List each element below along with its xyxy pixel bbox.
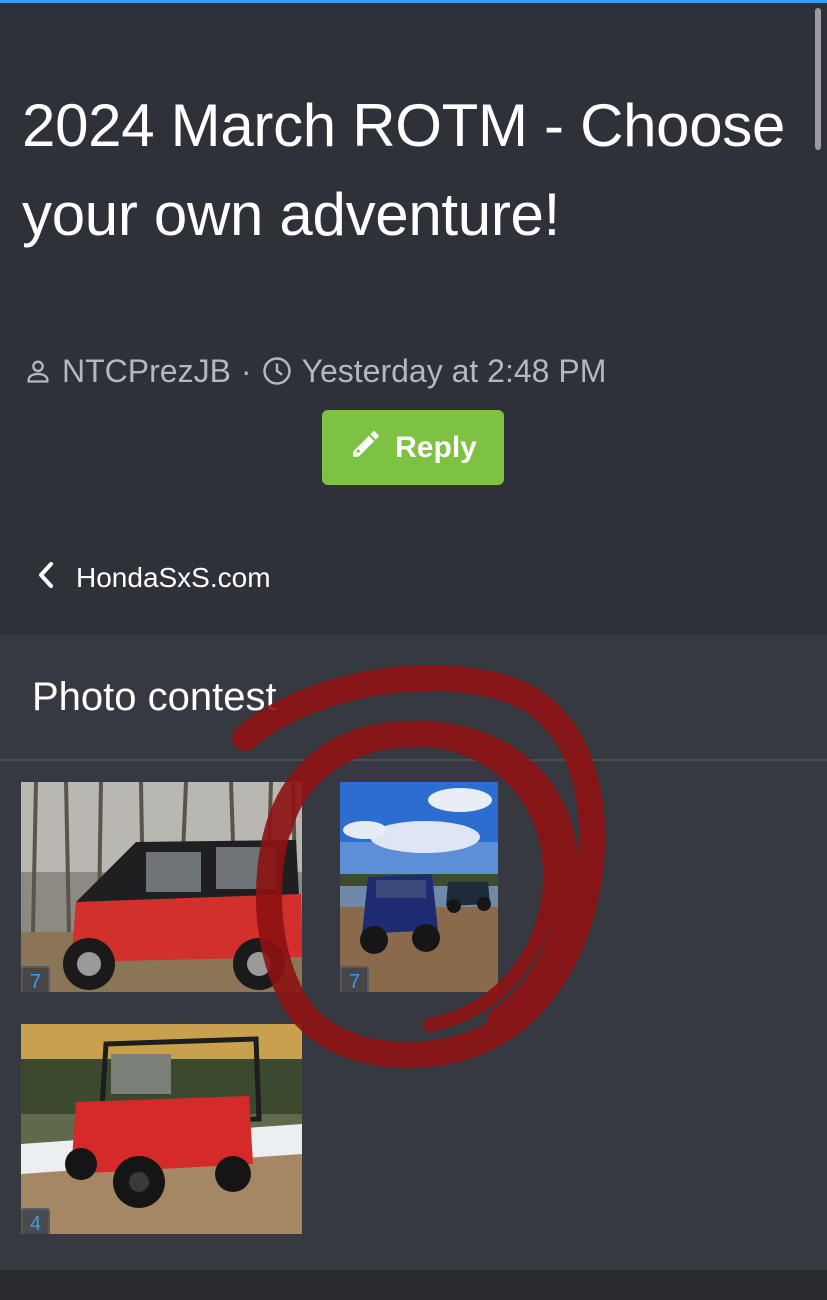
- section-title: Photo contest: [32, 675, 277, 719]
- thread-title: 2024 March ROTM - Choose your own advent…: [22, 92, 786, 248]
- thread-author[interactable]: NTCPrezJB: [62, 353, 231, 390]
- photo-thumbnail-3[interactable]: 4: [21, 1024, 302, 1234]
- footer-band: [0, 1270, 827, 1300]
- photo-image-red-utv-woods: [21, 782, 302, 992]
- chevron-left-icon: [36, 560, 76, 597]
- breadcrumb-label: HondaSxS.com: [76, 562, 271, 593]
- image-count-badge: 7: [340, 966, 369, 992]
- breadcrumb-back-link[interactable]: HondaSxS.com: [36, 556, 271, 600]
- user-icon: [24, 357, 52, 385]
- photo-image-red-utv-dirt-road: [21, 1024, 302, 1234]
- scrollbar[interactable]: [815, 8, 821, 150]
- clock-icon: [262, 356, 292, 386]
- thread-header: 2024 March ROTM - Choose your own advent…: [0, 3, 827, 635]
- reply-button[interactable]: Reply: [322, 410, 504, 485]
- image-count-badge: 4: [21, 1208, 50, 1234]
- reply-button-label: Reply: [395, 430, 477, 464]
- section-divider: [0, 759, 827, 761]
- meta-separator: ·: [240, 352, 252, 389]
- photo-thumbnail-1[interactable]: 7: [21, 782, 302, 992]
- photo-image-blue-utv-lake: [340, 782, 498, 992]
- pencil-icon: [349, 427, 395, 469]
- photo-thumbnail-2[interactable]: 7: [340, 782, 498, 992]
- thread-meta: NTCPrezJB · Yesterday at 2:48 PM: [24, 351, 606, 391]
- page: 2024 March ROTM - Choose your own advent…: [0, 0, 827, 1300]
- photo-contest-panel: Photo contest 7 7 4: [0, 635, 827, 1270]
- image-count-badge: 7: [21, 966, 50, 992]
- thread-date[interactable]: Yesterday at 2:48 PM: [302, 353, 607, 390]
